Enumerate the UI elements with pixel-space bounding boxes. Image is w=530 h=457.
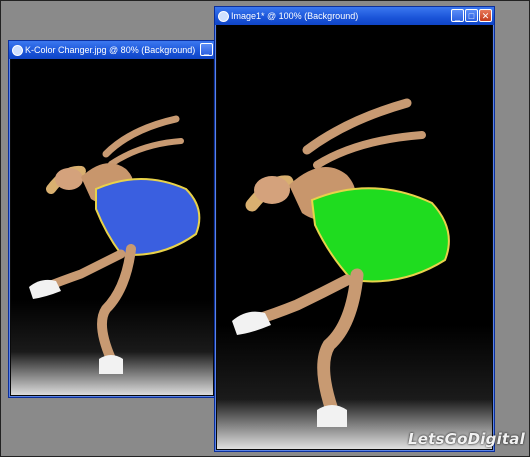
window-title: K-Color Changer.jpg @ 80% (Background) xyxy=(25,45,196,55)
image-window-back[interactable]: K-Color Changer.jpg @ 80% (Background) _ xyxy=(8,40,216,398)
image-canvas[interactable] xyxy=(217,25,492,449)
window-title: Image1* @ 100% (Background) xyxy=(231,11,359,21)
document-icon xyxy=(12,45,23,56)
minimize-button[interactable]: _ xyxy=(451,9,464,22)
image-window-front[interactable]: Image1* @ 100% (Background) _ □ ✕ xyxy=(214,6,495,452)
minimize-button[interactable]: _ xyxy=(200,43,213,56)
maximize-button[interactable]: □ xyxy=(465,9,478,22)
document-icon xyxy=(218,11,229,22)
skater-image-green xyxy=(217,25,492,449)
window-titlebar[interactable]: K-Color Changer.jpg @ 80% (Background) _ xyxy=(9,41,215,59)
watermark-text: LetsGoDigital xyxy=(408,430,525,448)
image-canvas[interactable] xyxy=(11,59,213,395)
skater-image-blue xyxy=(11,59,213,395)
close-button[interactable]: ✕ xyxy=(479,9,492,22)
window-titlebar[interactable]: Image1* @ 100% (Background) _ □ ✕ xyxy=(215,7,494,25)
